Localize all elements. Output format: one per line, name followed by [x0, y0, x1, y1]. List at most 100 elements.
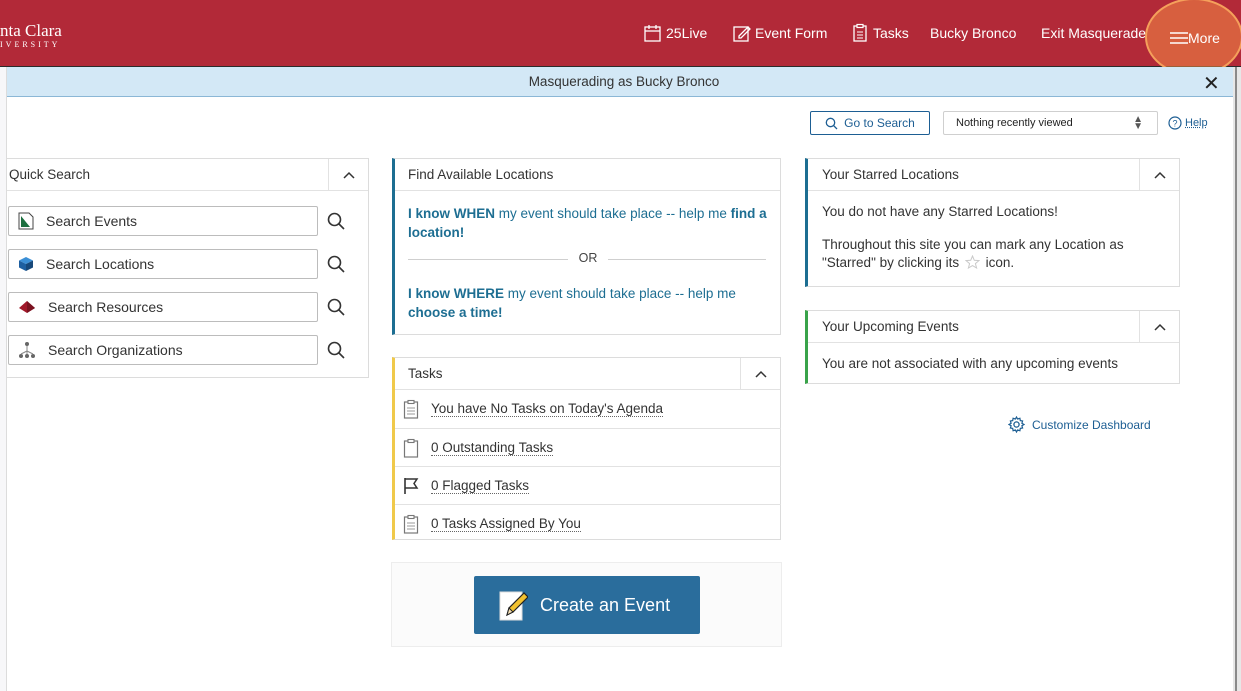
tasks-title: Tasks [408, 366, 443, 381]
task-flagged-row[interactable]: 0 Flagged Tasks [395, 466, 781, 504]
search-organizations-search-button[interactable] [321, 335, 351, 365]
agenda-clipboard-icon [403, 399, 419, 419]
nav-event-form-label: Event Form [755, 25, 828, 41]
chevron-up-icon [1153, 171, 1166, 179]
star-icon [964, 254, 981, 270]
search-icon [327, 341, 345, 359]
create-event-button[interactable]: Create an Event [474, 576, 700, 634]
search-events-search-button[interactable] [321, 206, 351, 236]
logo-line-2: IVERSITY [0, 40, 61, 49]
help-label: Help [1185, 117, 1208, 129]
task-agenda-row[interactable]: You have No Tasks on Today's Agenda [395, 390, 781, 428]
collapse-starred-button[interactable] [1139, 159, 1179, 190]
upcoming-events-text: You are not associated with any upcoming… [822, 356, 1118, 371]
collapse-tasks-button[interactable] [740, 358, 780, 389]
masquerade-banner: Masquerading as Bucky Bronco ✕ [7, 67, 1241, 97]
search-locations-search-button[interactable] [321, 249, 351, 279]
upcoming-events-title: Your Upcoming Events [822, 319, 959, 334]
task-assigned-label: 0 Tasks Assigned By You [431, 515, 581, 532]
starred-help-line-2a: "Starred" by clicking its [822, 255, 960, 270]
nav-user[interactable]: Bucky Bronco [930, 0, 1016, 66]
starred-help-line-2c: icon. [985, 255, 1015, 270]
search-resources-button[interactable]: Search Resources [8, 292, 318, 322]
search-icon [327, 298, 345, 316]
search-organizations-button[interactable]: Search Organizations [8, 335, 318, 365]
locations-cube-icon [19, 257, 33, 271]
nav-25live[interactable]: 25Live [643, 0, 707, 66]
nav-25live-label: 25Live [666, 25, 708, 41]
pencil-note-icon [499, 591, 528, 621]
search-events-button[interactable]: Search Events [8, 206, 318, 236]
collapse-quick-search-button[interactable] [328, 159, 368, 190]
when-bold-text: I know WHEN [408, 206, 495, 221]
more-menu-button[interactable]: More [1170, 30, 1220, 46]
calendar-icon [644, 25, 661, 42]
when-rest-text: my event should take place -- help me [495, 206, 731, 221]
starred-empty-text: You do not have any Starred Locations! [822, 204, 1058, 219]
masquerade-banner-text: Masquerading as Bucky Bronco [528, 74, 720, 89]
go-to-search-label: Go to Search [844, 116, 915, 130]
quick-search-panel: Quick Search Search Events Search Locati… [7, 158, 369, 378]
select-arrows-icon: ▲ ▼ [1133, 114, 1143, 132]
task-outstanding-label: 0 Outstanding Tasks [431, 439, 554, 456]
create-event-area: Create an Event [391, 562, 782, 647]
go-to-search-button[interactable]: Go to Search [810, 111, 930, 135]
search-icon [327, 212, 345, 230]
or-divider: OR [408, 251, 766, 267]
search-icon [825, 117, 838, 129]
find-locations-panel: Find Available Locations I know WHEN my … [392, 158, 781, 335]
recently-viewed-select[interactable]: Nothing recently viewed ▲ ▼ [943, 111, 1158, 135]
starred-help-text: Throughout this site you can mark any Lo… [822, 236, 1172, 272]
tasks-panel: Tasks You have No Tasks on Today's Agend… [392, 357, 781, 540]
close-icon[interactable]: ✕ [1203, 71, 1220, 96]
find-by-where-link[interactable]: I know WHERE my event should take place … [408, 284, 768, 322]
upcoming-events-panel: Your Upcoming Events You are not associa… [805, 310, 1180, 384]
recently-viewed-value: Nothing recently viewed [956, 117, 1073, 129]
search-icon [327, 255, 345, 273]
help-icon: ? [1168, 116, 1182, 130]
hamburger-icon [1170, 32, 1188, 44]
university-logo[interactable]: nta Clara IVERSITY [0, 22, 62, 50]
upcoming-events-header: Your Upcoming Events [808, 311, 1179, 343]
search-locations-button[interactable]: Search Locations [8, 249, 318, 279]
organizations-tree-icon [19, 342, 35, 358]
scrollbar[interactable] [1233, 67, 1241, 691]
task-outstanding-row[interactable]: 0 Outstanding Tasks [395, 428, 781, 466]
or-label: OR [578, 251, 598, 265]
events-icon [18, 212, 34, 230]
search-resources-search-button[interactable] [321, 292, 351, 322]
nav-tasks-label: Tasks [873, 25, 909, 41]
resources-diamond-icon [19, 301, 35, 313]
quick-search-header: Quick Search [7, 159, 368, 191]
where-bold-text: I know WHERE [408, 286, 505, 301]
nav-exit-masquerade-label: Exit Masquerade [1041, 25, 1147, 41]
collapse-upcoming-button[interactable] [1139, 311, 1179, 342]
starred-locations-header: Your Starred Locations [808, 159, 1179, 191]
search-organizations-label: Search Organizations [48, 342, 183, 358]
create-event-label: Create an Event [540, 594, 671, 615]
customize-dashboard-link[interactable]: Customize Dashboard [1008, 416, 1151, 433]
choose-time-link-text: choose a time! [408, 305, 503, 320]
where-rest-text: my event should take place -- help me [504, 286, 736, 301]
svg-text:?: ? [1172, 119, 1177, 129]
nav-exit-masquerade[interactable]: Exit Masquerade [1041, 0, 1146, 66]
assigned-clipboard-icon [403, 514, 419, 534]
search-locations-label: Search Locations [46, 256, 155, 272]
chevron-up-icon [1153, 323, 1166, 331]
nav-event-form[interactable]: Event Form [732, 0, 827, 66]
find-by-when-link[interactable]: I know WHEN my event should take place -… [408, 204, 768, 242]
task-flagged-label: 0 Flagged Tasks [431, 477, 530, 494]
logo-line-1: nta Clara [0, 21, 62, 40]
quick-search-title: Quick Search [9, 167, 91, 182]
nav-user-label: Bucky Bronco [930, 25, 1017, 41]
empty-clipboard-icon [403, 438, 419, 458]
find-locations-title: Find Available Locations [408, 167, 554, 182]
customize-dashboard-label: Customize Dashboard [1032, 417, 1151, 432]
nav-tasks[interactable]: Tasks [850, 0, 909, 66]
starred-help-line-1: Throughout this site you can mark any Lo… [822, 237, 1124, 252]
task-agenda-label: You have No Tasks on Today's Agenda [431, 401, 664, 417]
help-link[interactable]: ? Help [1168, 111, 1208, 135]
task-assigned-row[interactable]: 0 Tasks Assigned By You [395, 504, 781, 542]
gear-icon [1008, 416, 1025, 433]
search-events-label: Search Events [46, 213, 138, 229]
